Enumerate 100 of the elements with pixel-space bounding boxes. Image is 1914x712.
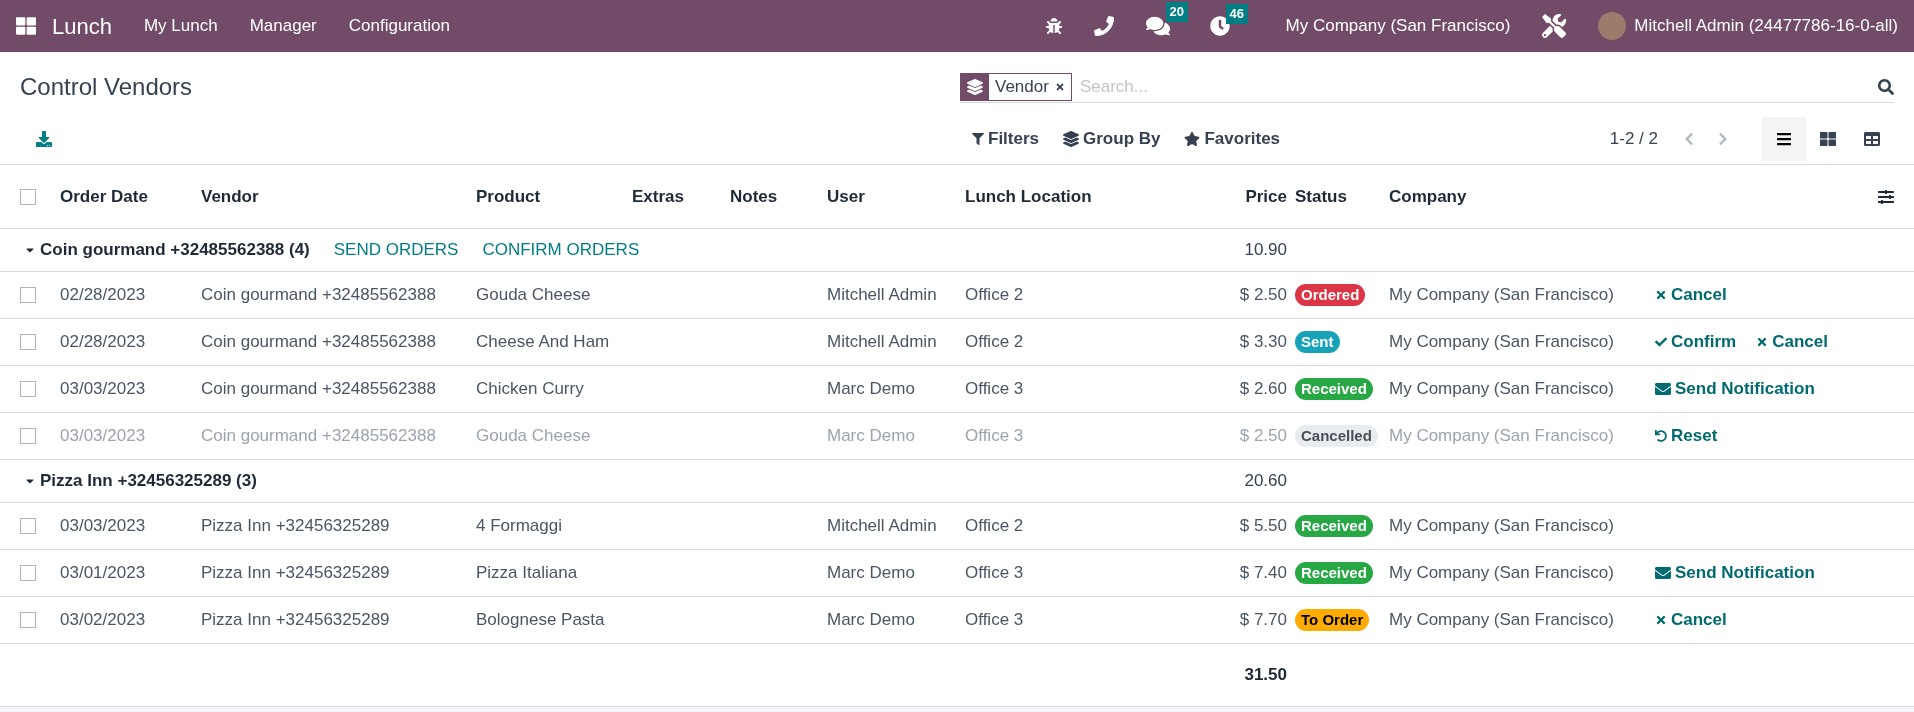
row-action-button[interactable]: Cancel bbox=[1655, 607, 1727, 633]
date-cell-text: 03/01/2023 bbox=[60, 562, 147, 585]
table-row[interactable]: 03/03/2023 Coin gourmand +32485562388 Gouda Cheese Marc Demo Office 3 $ 2.50 Cancelled My Company (San Francisco) Reset bbox=[0, 413, 1914, 460]
envelope-icon bbox=[1655, 381, 1671, 397]
product-cell-text: Gouda Cheese bbox=[476, 425, 592, 448]
location-cell-text: Office 2 bbox=[965, 331, 1025, 354]
location-cell-text: Office 2 bbox=[965, 284, 1025, 307]
location-cell-text: Office 3 bbox=[965, 609, 1025, 632]
row-action-button[interactable]: Confirm bbox=[1655, 329, 1737, 355]
undo-icon bbox=[1655, 430, 1667, 442]
group-total: 20.60 bbox=[1243, 470, 1287, 493]
chat-icon[interactable] bbox=[1145, 14, 1170, 38]
date-cell-text: 03/02/2023 bbox=[60, 609, 147, 632]
column-header[interactable]: Price bbox=[1200, 183, 1287, 210]
filter-menu-button[interactable]: Group By bbox=[1063, 126, 1161, 152]
table-row[interactable]: 02/28/2023 Coin gourmand +32485562388 Cheese And Ham Mitchell Admin Office 2 $ 3.30 Sent My Company (San Francisco) Confirm Cancel bbox=[0, 319, 1914, 366]
company-cell-text: My Company (San Francisco) bbox=[1389, 378, 1615, 401]
bug-icon[interactable] bbox=[1045, 18, 1062, 34]
status-badge: Received bbox=[1295, 562, 1373, 585]
vendor-cell-text: Pizza Inn +32456325289 bbox=[201, 562, 391, 585]
product-cell-text: 4 Formaggi bbox=[476, 515, 563, 538]
grand-total: 31.50 bbox=[1243, 664, 1287, 687]
kanban-view-icon bbox=[1820, 131, 1836, 147]
vendor-cell-text: Pizza Inn +32456325289 bbox=[201, 609, 391, 632]
checkbox[interactable] bbox=[20, 287, 36, 303]
checkbox[interactable] bbox=[20, 612, 36, 628]
user-cell-text: Marc Demo bbox=[827, 425, 916, 448]
user-cell-text: Marc Demo bbox=[827, 378, 916, 401]
table-row[interactable]: 03/01/2023 Pizza Inn +32456325289 Pizza Italiana Marc Demo Office 3 $ 7.40 Received My Company (San Francisco) Send Notification bbox=[0, 550, 1914, 597]
layers-icon bbox=[967, 78, 983, 95]
group-action-button[interactable]: SEND ORDERS bbox=[333, 237, 459, 263]
group-header[interactable]: Coin gourmand +32485562388 (4) bbox=[24, 237, 310, 263]
facet-label: Vendor bbox=[994, 75, 1050, 98]
message-count: 20 bbox=[1165, 2, 1188, 22]
user-cell-text: Mitchell Admin bbox=[827, 515, 938, 538]
star-icon bbox=[1184, 131, 1201, 147]
search-icon[interactable] bbox=[1878, 78, 1894, 95]
price-cell-text: $ 5.50 bbox=[1238, 515, 1287, 538]
view-switch-button[interactable] bbox=[1762, 117, 1806, 161]
search-bar[interactable]: Vendor Search... bbox=[960, 71, 1894, 103]
filter-menu-button[interactable]: Filters bbox=[972, 126, 1040, 152]
user-menu[interactable]: Mitchell Admin (24477786-16-0-all) bbox=[1634, 13, 1898, 39]
company-cell-text: My Company (San Francisco) bbox=[1389, 609, 1615, 632]
pager-value[interactable]: 1-2 / 2 bbox=[1609, 126, 1658, 152]
column-header[interactable]: Product bbox=[476, 183, 632, 210]
table-view-icon bbox=[1864, 131, 1880, 147]
price-cell-text: $ 2.50 bbox=[1238, 284, 1287, 307]
column-header[interactable]: User bbox=[827, 183, 965, 210]
row-action-button[interactable]: Reset bbox=[1655, 423, 1718, 449]
column-header[interactable]: Status bbox=[1287, 183, 1389, 210]
app-name[interactable]: Lunch bbox=[52, 9, 112, 43]
filter-menu-button[interactable]: Favorites bbox=[1184, 126, 1281, 152]
date-cell-text: 03/03/2023 bbox=[60, 378, 147, 401]
row-action-button[interactable]: Send Notification bbox=[1655, 376, 1815, 402]
table-row[interactable]: 03/03/2023 Pizza Inn +32456325289 4 Formaggi Mitchell Admin Office 2 $ 5.50 Received My Company (San Francisco) bbox=[0, 503, 1914, 550]
row-action-button[interactable]: Cancel bbox=[1756, 329, 1828, 355]
facet-tag[interactable]: Vendor bbox=[960, 72, 1072, 101]
column-header[interactable]: Vendor bbox=[201, 183, 476, 210]
price-cell-text: $ 7.70 bbox=[1238, 609, 1287, 632]
column-header[interactable]: Company bbox=[1389, 183, 1655, 210]
column-header[interactable]: Notes bbox=[730, 183, 827, 210]
menu-item[interactable]: Configuration bbox=[348, 13, 450, 39]
checkbox[interactable] bbox=[20, 428, 36, 444]
settings-icon[interactable] bbox=[1878, 188, 1894, 205]
column-header[interactable]: Extras bbox=[632, 183, 730, 210]
checkbox[interactable] bbox=[20, 188, 36, 205]
menu-item[interactable]: Manager bbox=[249, 13, 317, 39]
date-cell-text: 02/28/2023 bbox=[60, 284, 147, 307]
search-field[interactable]: Search... bbox=[1071, 73, 1878, 100]
checkbox[interactable] bbox=[20, 334, 36, 350]
table-row[interactable]: 02/28/2023 Coin gourmand +32485562388 Gouda Cheese Mitchell Admin Office 2 $ 2.50 Ordered My Company (San Francisco) Cancel bbox=[0, 272, 1914, 319]
row-action-button[interactable]: Send Notification bbox=[1655, 560, 1815, 586]
date-cell-text: 02/28/2023 bbox=[60, 331, 147, 354]
clock-icon[interactable] bbox=[1209, 16, 1230, 36]
close-icon bbox=[1756, 336, 1769, 348]
date-cell-text: 03/03/2023 bbox=[60, 515, 147, 538]
status-badge: To Order bbox=[1295, 609, 1370, 632]
download-icon[interactable] bbox=[36, 131, 52, 147]
app-grid-icon[interactable] bbox=[16, 16, 36, 36]
vendor-cell-text: Coin gourmand +32485562388 bbox=[201, 284, 437, 307]
checkbox[interactable] bbox=[20, 518, 36, 534]
tools-icon[interactable] bbox=[1542, 14, 1567, 38]
checkbox[interactable] bbox=[20, 381, 36, 397]
column-header[interactable]: Order Date bbox=[60, 183, 201, 210]
group-action-button[interactable]: CONFIRM ORDERS bbox=[482, 237, 640, 263]
menu-item[interactable]: My Lunch bbox=[143, 13, 218, 39]
layers-icon bbox=[1063, 131, 1080, 147]
close-icon bbox=[1655, 614, 1667, 626]
row-action-button[interactable]: Cancel bbox=[1655, 282, 1727, 308]
group-header[interactable]: Pizza Inn +32456325289 (3) bbox=[24, 468, 257, 494]
phone-icon[interactable] bbox=[1093, 16, 1114, 36]
checkbox[interactable] bbox=[20, 565, 36, 581]
user-cell-text: Marc Demo bbox=[827, 562, 916, 585]
column-header[interactable]: Lunch Location bbox=[965, 183, 1200, 210]
table-row[interactable]: 03/02/2023 Pizza Inn +32456325289 Bolognese Pasta Marc Demo Office 3 $ 7.70 To Order My Company (San Francisco) Cancel bbox=[0, 597, 1914, 644]
vendor-cell-text: Coin gourmand +32485562388 bbox=[201, 378, 437, 401]
close-icon[interactable] bbox=[1054, 81, 1065, 92]
table-row[interactable]: 03/03/2023 Coin gourmand +32485562388 Chicken Curry Marc Demo Office 3 $ 2.60 Received My Company (San Francisco) Send Notification bbox=[0, 366, 1914, 413]
activity-count: 46 bbox=[1225, 4, 1248, 24]
company-switcher[interactable]: My Company (San Francisco) bbox=[1285, 13, 1511, 39]
